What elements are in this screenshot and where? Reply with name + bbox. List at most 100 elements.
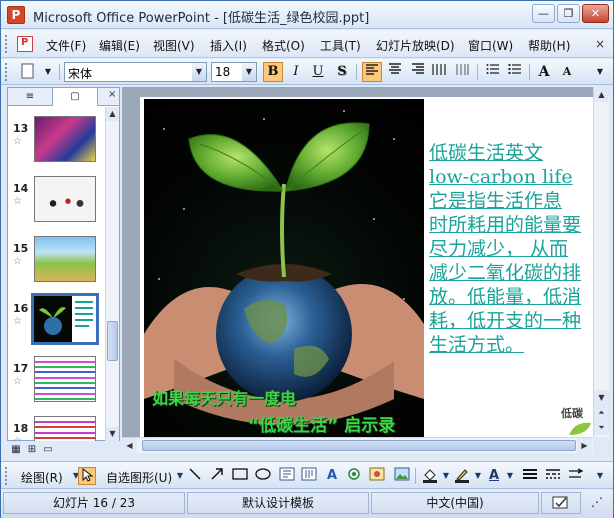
line-tool-button[interactable] (186, 467, 204, 485)
scroll-right-icon[interactable]: ▶ (577, 438, 592, 453)
status-bar: 幻灯片 16 / 23 默认设计模板 中文(中国) ⋰ (1, 490, 613, 518)
tab-slides[interactable]: ▢ (52, 88, 98, 106)
wordart-button[interactable]: A (323, 467, 341, 485)
scroll-up-icon[interactable]: ▲ (106, 107, 119, 121)
menu-edit[interactable]: 编辑(E) (99, 37, 140, 54)
line-style-button[interactable] (521, 467, 539, 485)
align-center-button[interactable] (385, 62, 405, 82)
normal-view-icon[interactable]: ▦ (9, 443, 23, 457)
font-name-select[interactable]: 宋体 ▼ (64, 62, 207, 82)
animation-star-icon: ☆ (13, 256, 22, 267)
chevron-down-icon[interactable]: ▼ (242, 63, 256, 81)
font-size-select[interactable]: 18 ▼ (211, 62, 257, 82)
column-text-button[interactable] (453, 62, 473, 82)
clipart-icon (369, 467, 385, 481)
rectangle-icon (232, 468, 248, 480)
thumbnail-scrollbar[interactable]: ▲ ▼ (105, 107, 119, 441)
menu-slideshow[interactable]: 幻灯片放映(D) (376, 37, 455, 54)
restore-button[interactable]: ❐ (557, 4, 580, 23)
scroll-left-icon[interactable]: ◀ (122, 438, 137, 453)
scroll-down-icon[interactable]: ▼ (594, 390, 609, 405)
shadow-button[interactable]: S (332, 62, 352, 82)
numbering-button[interactable] (483, 62, 503, 82)
document-close-icon[interactable]: × (595, 37, 605, 51)
toolbar-overflow-icon[interactable]: ▼ (591, 63, 609, 81)
vertical-textbox-button[interactable] (300, 467, 318, 485)
chevron-down-icon[interactable]: ▼ (192, 63, 206, 81)
select-pointer-button[interactable] (78, 467, 96, 485)
slide-photo[interactable]: 如果每天只有一度电 “低碳生活” 启示录 (144, 99, 424, 437)
menu-tools[interactable]: 工具(T) (320, 37, 361, 54)
scroll-up-icon[interactable]: ▲ (594, 87, 609, 102)
menu-help[interactable]: 帮助(H) (528, 37, 570, 54)
menu-file[interactable]: 文件(F) (46, 37, 86, 54)
insert-picture-button[interactable] (393, 467, 411, 485)
current-slide[interactable]: 如果每天只有一度电 “低碳生活” 启示录 低碳生活英文 low-carbon l… (140, 97, 593, 437)
slide-thumbnail-16[interactable]: 16 ☆ (8, 293, 104, 354)
next-slide-icon[interactable]: ⏷ (594, 420, 609, 435)
arrow-tool-button[interactable] (208, 467, 226, 485)
scrollbar-thumb[interactable] (107, 321, 118, 361)
slide-thumbnail-13[interactable]: 13 ☆ (8, 114, 104, 174)
scroll-down-icon[interactable]: ▼ (106, 427, 119, 441)
align-left-button[interactable] (362, 62, 382, 82)
toolbar-grip-icon[interactable] (5, 63, 9, 81)
tab-outline[interactable]: ≡ (8, 88, 52, 106)
italic-button[interactable]: I (286, 62, 306, 82)
slide-text-line: 耗，低开支的一种 (429, 310, 582, 332)
chevron-down-icon[interactable]: ▼ (501, 467, 519, 485)
oval-tool-button[interactable] (254, 467, 272, 485)
toolbar-overflow-icon[interactable]: ▼ (591, 467, 609, 485)
language-status[interactable]: 中文(中国) (371, 492, 539, 514)
pointer-icon (82, 467, 94, 482)
close-button[interactable]: ✕ (582, 4, 609, 23)
slide-thumbnail-18[interactable]: 18 ☆ (8, 414, 104, 441)
thumbnail-image (31, 293, 99, 345)
slide-thumbnail-15[interactable]: 15 ☆ (8, 234, 104, 294)
bold-button[interactable]: B (263, 62, 283, 82)
distributed-align-button[interactable] (429, 62, 449, 82)
resize-grip-icon[interactable]: ⋰ (583, 492, 611, 514)
vertical-textbox-icon (301, 467, 317, 481)
arrow-style-button[interactable] (567, 467, 585, 485)
decrease-font-size-button[interactable]: A (557, 62, 577, 82)
design-template-status[interactable]: 默认设计模板 (187, 492, 369, 514)
animation-star-icon: ☆ (13, 136, 22, 147)
thumbnail-image (34, 116, 96, 162)
menu-view[interactable]: 视图(V) (153, 37, 195, 54)
spelling-status[interactable] (541, 492, 581, 514)
textbox-tool-button[interactable] (278, 467, 296, 485)
slide-text-line: 放。低能量，低消 (429, 286, 582, 308)
scrollbar-thumb[interactable] (142, 440, 576, 451)
slide-vertical-scrollbar[interactable]: ▲ ▼ ⏶ ⏷ (593, 87, 609, 437)
autoshapes-menu-button[interactable]: 自选图形(U) (106, 469, 172, 486)
diagram-button[interactable] (345, 467, 363, 485)
slide-text-line: 尽力减少， 从而 (429, 238, 569, 260)
underline-button[interactable]: U (308, 62, 328, 82)
menu-insert[interactable]: 插入(I) (210, 37, 247, 54)
previous-slide-icon[interactable]: ⏶ (594, 405, 609, 420)
slide-horizontal-scrollbar[interactable]: ◀ ▶ (122, 437, 593, 453)
menubar-grip-icon[interactable] (5, 35, 9, 53)
slideshow-view-icon[interactable]: ▭ (41, 443, 55, 457)
pane-close-icon[interactable]: × (108, 89, 116, 100)
slide-thumbnail-17[interactable]: 17 ☆ (8, 354, 104, 414)
powerpoint-app-icon[interactable]: P (7, 6, 25, 24)
drawbar-grip-icon[interactable] (5, 467, 9, 485)
increase-font-size-button[interactable]: A (534, 62, 554, 82)
draw-menu-button[interactable]: 绘图(R) (21, 469, 63, 486)
document-icon[interactable] (17, 36, 33, 52)
bullets-button[interactable] (505, 62, 525, 82)
clipart-button[interactable] (368, 467, 386, 485)
align-right-button[interactable] (408, 62, 428, 82)
new-document-icon[interactable] (19, 63, 37, 81)
menu-window[interactable]: 窗口(W) (468, 37, 513, 54)
slide-text-box[interactable]: 低碳生活英文 low-carbon life 它是指生活作息 时所耗用的能量要 … (429, 141, 593, 357)
minimize-button[interactable]: — (532, 4, 555, 23)
dash-style-button[interactable] (544, 467, 562, 485)
toolbar-options-icon[interactable]: ▼ (39, 63, 57, 81)
menu-format[interactable]: 格式(O) (262, 37, 305, 54)
slide-sorter-view-icon[interactable]: ⊞ (25, 443, 39, 457)
rectangle-tool-button[interactable] (231, 467, 249, 485)
slide-thumbnail-14[interactable]: 14 ☆ (8, 174, 104, 234)
